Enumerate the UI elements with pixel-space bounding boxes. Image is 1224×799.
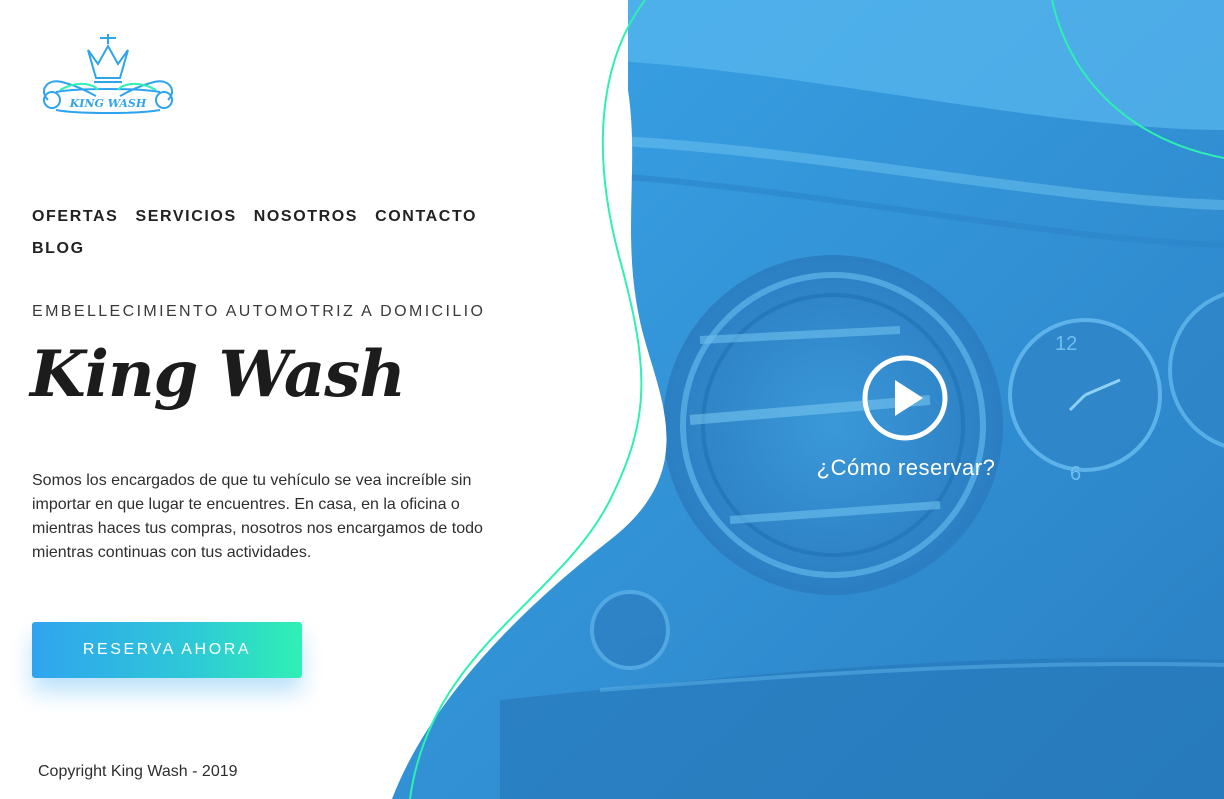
nav-item-contacto[interactable]: CONTACTO	[375, 206, 477, 228]
play-video-button[interactable]	[861, 354, 949, 442]
reserve-now-button[interactable]: RESERVA AHORA	[32, 622, 302, 678]
footer-copyright: Copyright King Wash - 2019	[38, 763, 238, 780]
crown-logo-icon: KING WASH	[43, 34, 173, 114]
nav-item-nosotros[interactable]: NOSOTROS	[254, 206, 358, 228]
svg-text:KING WASH: KING WASH	[69, 97, 147, 110]
nav-item-servicios[interactable]: SERVICIOS	[135, 206, 236, 228]
nav-item-ofertas[interactable]: OFERTAS	[32, 206, 118, 228]
hero-title: King Wash	[30, 337, 406, 412]
play-icon	[862, 355, 948, 441]
hero-description: Somos los encargados de que tu vehículo …	[32, 472, 483, 561]
brand-logo[interactable]: KING WASH	[38, 30, 180, 120]
main-nav: OFERTAS SERVICIOS NOSOTROS CONTACTO BLOG	[32, 206, 512, 260]
svg-text:6: 6	[1070, 463, 1081, 485]
nav-item-blog[interactable]: BLOG	[32, 238, 85, 260]
svg-text:12: 12	[1055, 333, 1077, 355]
how-to-reserve-link[interactable]: ¿Cómo reservar?	[790, 455, 1022, 481]
car-dashboard-image: 12 6	[392, 0, 1224, 799]
hero-tagline: EMBELLECIMIENTO AUTOMOTRIZ A DOMICILIO	[32, 303, 486, 320]
